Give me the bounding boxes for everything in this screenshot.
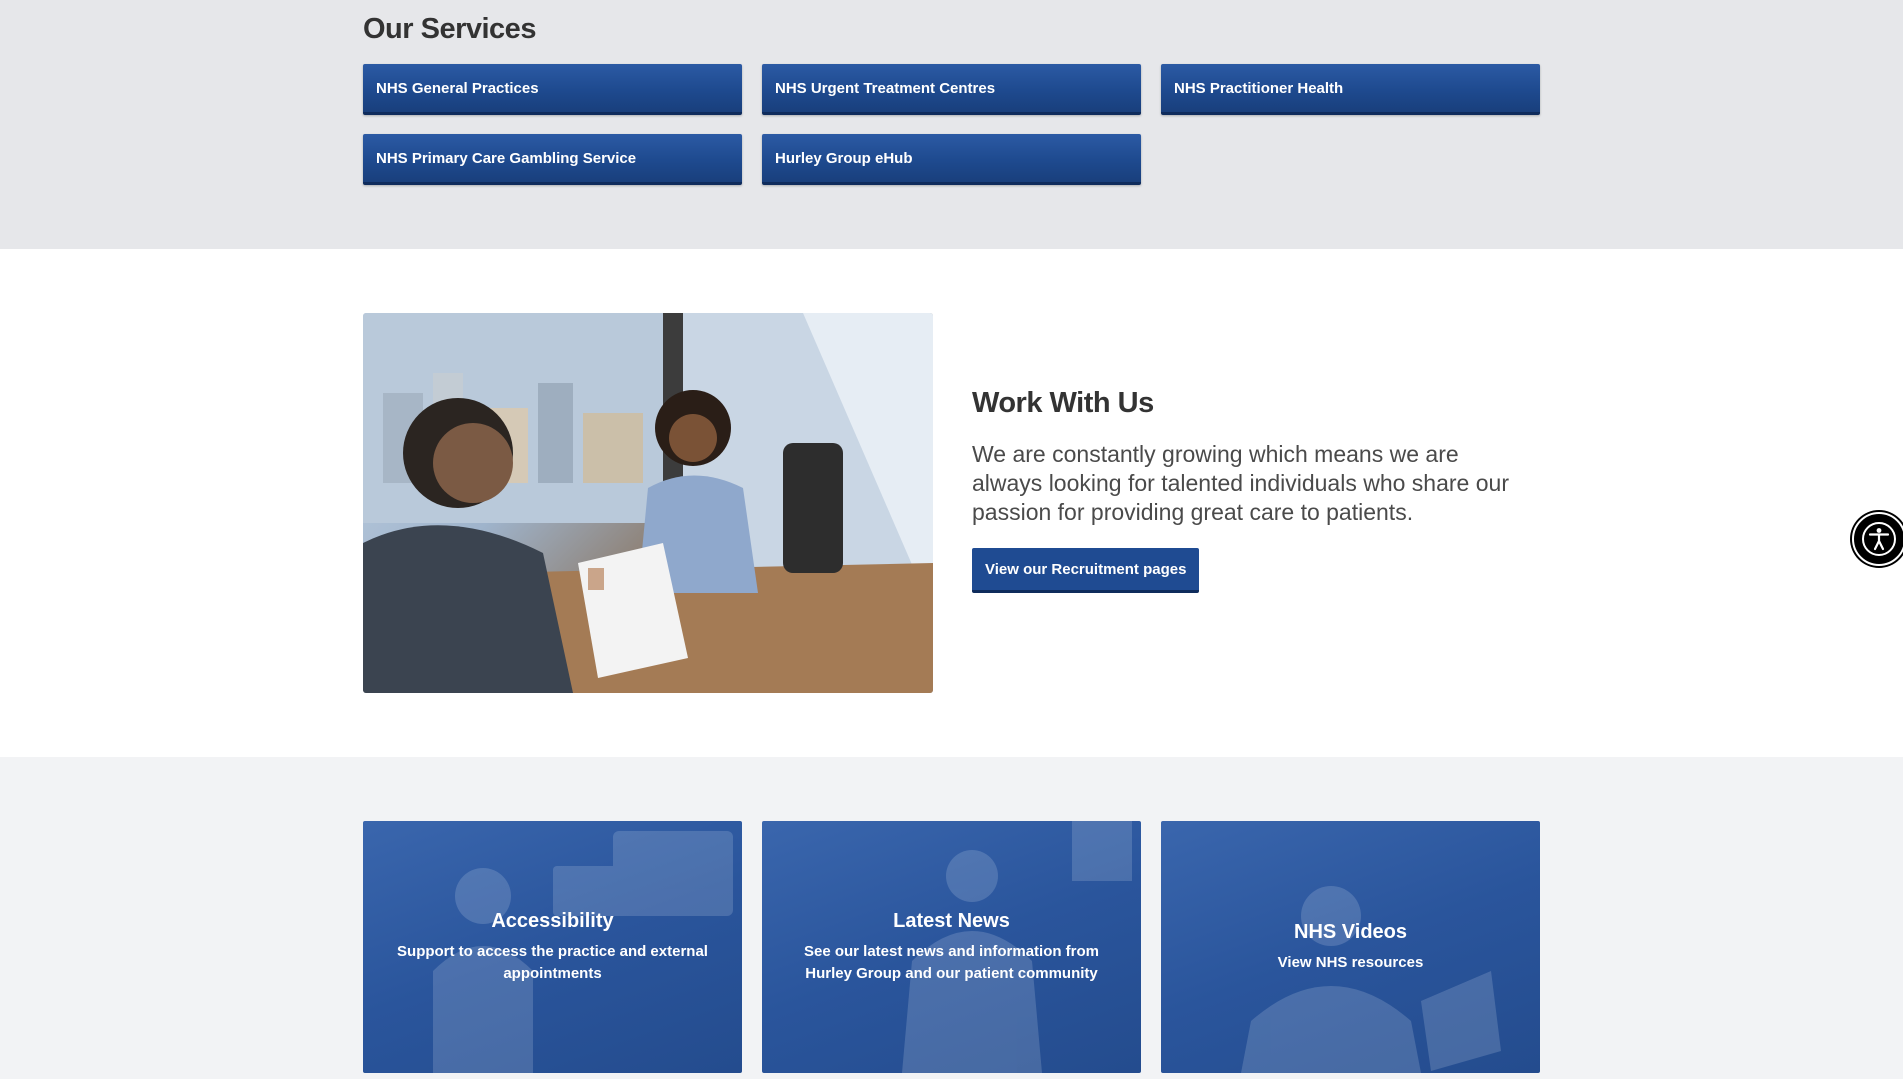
work-heading: Work With Us xyxy=(972,387,1154,419)
recruitment-pages-button[interactable]: View our Recruitment pages xyxy=(972,548,1200,593)
accessibility-card-title: Accessibility xyxy=(491,909,614,932)
nhs-videos-card-title: NHS Videos xyxy=(1294,920,1407,943)
services-heading: Our Services xyxy=(363,13,536,45)
work-description: We are constantly growing which means we… xyxy=(972,441,1509,525)
service-button-general-practices[interactable]: NHS General Practices xyxy=(363,64,742,115)
latest-news-card-title: Latest News xyxy=(893,909,1010,932)
work-text-block: Work With Us We are constantly growing w… xyxy=(972,313,1540,693)
accessibility-person-icon xyxy=(1862,522,1896,556)
nhs-videos-card-description: View NHS resources xyxy=(1277,953,1424,971)
service-button-gambling-service[interactable]: NHS Primary Care Gambling Service xyxy=(363,134,742,185)
latest-news-card-description: See our latest news and information from… xyxy=(803,942,1100,982)
nhs-videos-card[interactable]: NHS Videos View NHS resources xyxy=(1161,821,1540,1073)
accessibility-card[interactable]: Accessibility Support to access the prac… xyxy=(363,821,742,1073)
work-with-us-section: Work With Us We are constantly growing w… xyxy=(0,249,1903,757)
latest-news-card[interactable]: Latest News See our latest news and info… xyxy=(762,821,1141,1073)
accessibility-card-description: Support to access the practice and exter… xyxy=(397,942,708,982)
services-grid: NHS General Practices NHS Urgent Treatme… xyxy=(363,64,1540,185)
feature-card-grid: Accessibility Support to access the prac… xyxy=(363,821,1540,1073)
service-button-practitioner-health[interactable]: NHS Practitioner Health xyxy=(1161,64,1540,115)
service-button-urgent-treatment-centres[interactable]: NHS Urgent Treatment Centres xyxy=(762,64,1141,115)
accessibility-widget-button[interactable] xyxy=(1852,512,1903,566)
interview-photo xyxy=(363,313,933,693)
services-section: Our Services NHS General Practices NHS U… xyxy=(0,0,1903,249)
service-button-ehub[interactable]: Hurley Group eHub xyxy=(762,134,1141,185)
features-section: Accessibility Support to access the prac… xyxy=(0,757,1903,1079)
